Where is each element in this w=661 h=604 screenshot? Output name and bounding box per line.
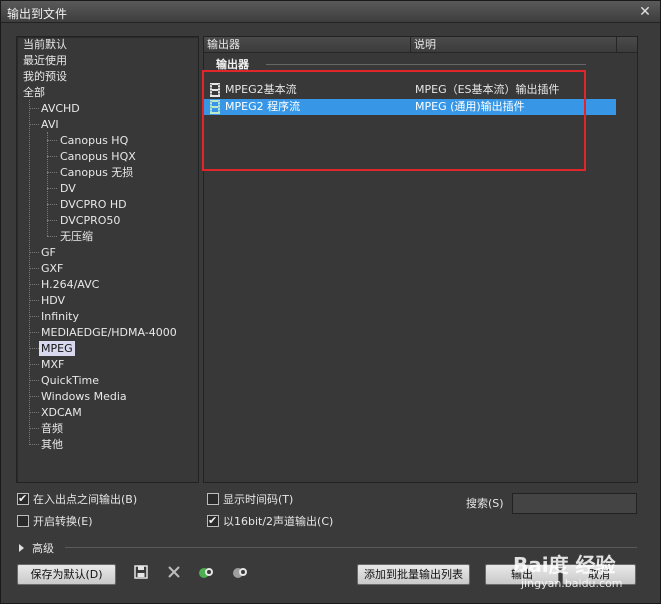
tree-item-dv[interactable]: DV bbox=[60, 181, 76, 196]
checkbox-checked[interactable] bbox=[207, 513, 219, 529]
tree-item-other[interactable]: 其他 bbox=[41, 437, 63, 452]
tree-item-mpeg[interactable]: MPEG bbox=[39, 341, 75, 356]
tree-item-h264[interactable]: H.264/AVC bbox=[41, 277, 99, 292]
tree-connector bbox=[29, 100, 30, 443]
tree-connector bbox=[29, 108, 39, 109]
tree-connector bbox=[29, 428, 39, 429]
exporter-list[interactable]: 输出器 说明 输出器 MPEG2基本流 MPEG（ES基本流）输出插件 MPEG… bbox=[203, 36, 638, 483]
tree-item-my-presets[interactable]: 我的预设 bbox=[23, 69, 67, 84]
search-input[interactable] bbox=[512, 493, 637, 514]
enable-convert-checkbox[interactable]: 开启转换(E) bbox=[17, 514, 93, 530]
in-out-checkbox[interactable]: 在入出点之间输出(B) bbox=[17, 491, 138, 508]
audio-16bit-label: 以16bit/2声道输出(C) bbox=[223, 515, 334, 528]
tree-item-mxf[interactable]: MXF bbox=[41, 357, 64, 372]
column-divider[interactable] bbox=[616, 37, 617, 53]
group-divider bbox=[266, 64, 586, 65]
delete-icon[interactable] bbox=[165, 563, 183, 581]
tree-connector bbox=[47, 140, 57, 141]
tree-connector bbox=[29, 300, 39, 301]
tree-item-canopus-hq[interactable]: Canopus HQ bbox=[60, 133, 128, 148]
output-button[interactable]: 输出 bbox=[485, 564, 559, 585]
in-out-label: 在入出点之间输出(B) bbox=[33, 493, 138, 506]
export-to-file-dialog: 输出到文件 ✕ 当前默认 最近使用 我的预设 全部 AVCHD AVI Cano… bbox=[0, 0, 661, 604]
tree-connector bbox=[47, 156, 57, 157]
tree-connector bbox=[29, 364, 39, 365]
row-name: MPEG2 程序流 bbox=[225, 100, 301, 113]
tree-connector bbox=[29, 252, 39, 253]
advanced-toggle[interactable]: 高级 bbox=[19, 540, 54, 556]
enable-convert-label: 开启转换(E) bbox=[33, 515, 93, 528]
tree-item-infinity[interactable]: Infinity bbox=[41, 309, 79, 324]
add-to-batch-button[interactable]: 添加到批量输出列表 bbox=[357, 564, 470, 585]
chevron-right-icon bbox=[19, 544, 24, 552]
tree-connector bbox=[47, 220, 57, 221]
tree-item-audio[interactable]: 音频 bbox=[41, 421, 63, 436]
row-name: MPEG2基本流 bbox=[225, 83, 297, 96]
tree-item-all[interactable]: 全部 bbox=[23, 85, 45, 100]
tree-item-windows-media[interactable]: Windows Media bbox=[41, 389, 127, 404]
tree-connector bbox=[29, 284, 39, 285]
group-title: 输出器 bbox=[216, 58, 249, 71]
checkbox-unchecked[interactable] bbox=[17, 515, 29, 527]
checkbox-unchecked[interactable] bbox=[207, 493, 219, 505]
advanced-divider bbox=[65, 547, 637, 548]
tree-connector bbox=[29, 348, 39, 349]
tree-connector bbox=[47, 204, 57, 205]
audio-16bit-checkbox[interactable]: 以16bit/2声道输出(C) bbox=[207, 513, 334, 530]
tree-item-hdv[interactable]: HDV bbox=[41, 293, 65, 308]
list-row-selected[interactable]: MPEG2 程序流 MPEG (通用)输出插件 bbox=[204, 99, 616, 115]
tree-item-gxf[interactable]: GXF bbox=[41, 261, 63, 276]
row-description: MPEG（ES基本流）输出插件 bbox=[415, 83, 560, 96]
tree-item-canopus-hqx[interactable]: Canopus HQX bbox=[60, 149, 136, 164]
save-icon[interactable] bbox=[132, 563, 150, 581]
show-timecode-label: 显示时间码(T) bbox=[223, 493, 294, 506]
tree-connector bbox=[29, 268, 39, 269]
column-divider[interactable] bbox=[410, 37, 411, 53]
cancel-button[interactable]: 取消 bbox=[562, 564, 636, 585]
tree-connector bbox=[47, 172, 57, 173]
tree-connector bbox=[29, 396, 39, 397]
tree-connector bbox=[29, 332, 39, 333]
format-tree[interactable]: 当前默认 最近使用 我的预设 全部 AVCHD AVI Canopus HQ C… bbox=[16, 36, 199, 483]
tree-connector bbox=[29, 412, 39, 413]
tree-item-gf[interactable]: GF bbox=[41, 245, 56, 260]
tree-connector bbox=[29, 380, 39, 381]
title-bar[interactable]: 输出到文件 ✕ bbox=[1, 1, 660, 23]
column-header-exporter[interactable]: 输出器 bbox=[207, 38, 240, 52]
tree-item-dvcpro-hd[interactable]: DVCPRO HD bbox=[60, 197, 127, 212]
tree-connector bbox=[47, 188, 57, 189]
export-preset-icon[interactable] bbox=[231, 563, 249, 581]
tree-item-uncompressed[interactable]: 无压缩 bbox=[60, 229, 93, 244]
tree-item-recent[interactable]: 最近使用 bbox=[23, 53, 67, 68]
tree-connector bbox=[29, 444, 39, 445]
tree-item-mediaedge[interactable]: MEDIAEDGE/HDMA-4000 bbox=[41, 325, 177, 340]
search-label: 搜索(S) bbox=[466, 497, 504, 510]
film-icon bbox=[210, 100, 220, 114]
import-preset-icon[interactable] bbox=[197, 563, 215, 581]
show-timecode-checkbox[interactable]: 显示时间码(T) bbox=[207, 492, 293, 508]
advanced-label: 高级 bbox=[32, 542, 54, 555]
save-default-button[interactable]: 保存为默认(D) bbox=[17, 564, 116, 585]
tree-connector bbox=[47, 236, 57, 237]
tree-item-current-default[interactable]: 当前默认 bbox=[23, 37, 67, 52]
tree-item-avi[interactable]: AVI bbox=[41, 117, 59, 132]
column-header-description[interactable]: 说明 bbox=[414, 38, 436, 52]
film-icon bbox=[210, 83, 220, 97]
tree-item-avchd[interactable]: AVCHD bbox=[41, 101, 80, 116]
tree-item-dvcpro50[interactable]: DVCPRO50 bbox=[60, 213, 120, 228]
window-title: 输出到文件 bbox=[7, 7, 68, 21]
list-row[interactable]: MPEG2基本流 MPEG（ES基本流）输出插件 bbox=[204, 82, 616, 98]
tree-connector bbox=[29, 316, 39, 317]
close-icon[interactable]: ✕ bbox=[636, 3, 654, 21]
row-description: MPEG (通用)输出插件 bbox=[415, 100, 525, 113]
tree-item-xdcam[interactable]: XDCAM bbox=[41, 405, 82, 420]
tree-item-quicktime[interactable]: QuickTime bbox=[41, 373, 99, 388]
tree-item-canopus-lossless[interactable]: Canopus 无损 bbox=[60, 165, 133, 180]
list-header: 输出器 说明 bbox=[204, 37, 637, 53]
checkbox-checked[interactable] bbox=[17, 491, 29, 507]
tree-connector bbox=[29, 124, 39, 125]
